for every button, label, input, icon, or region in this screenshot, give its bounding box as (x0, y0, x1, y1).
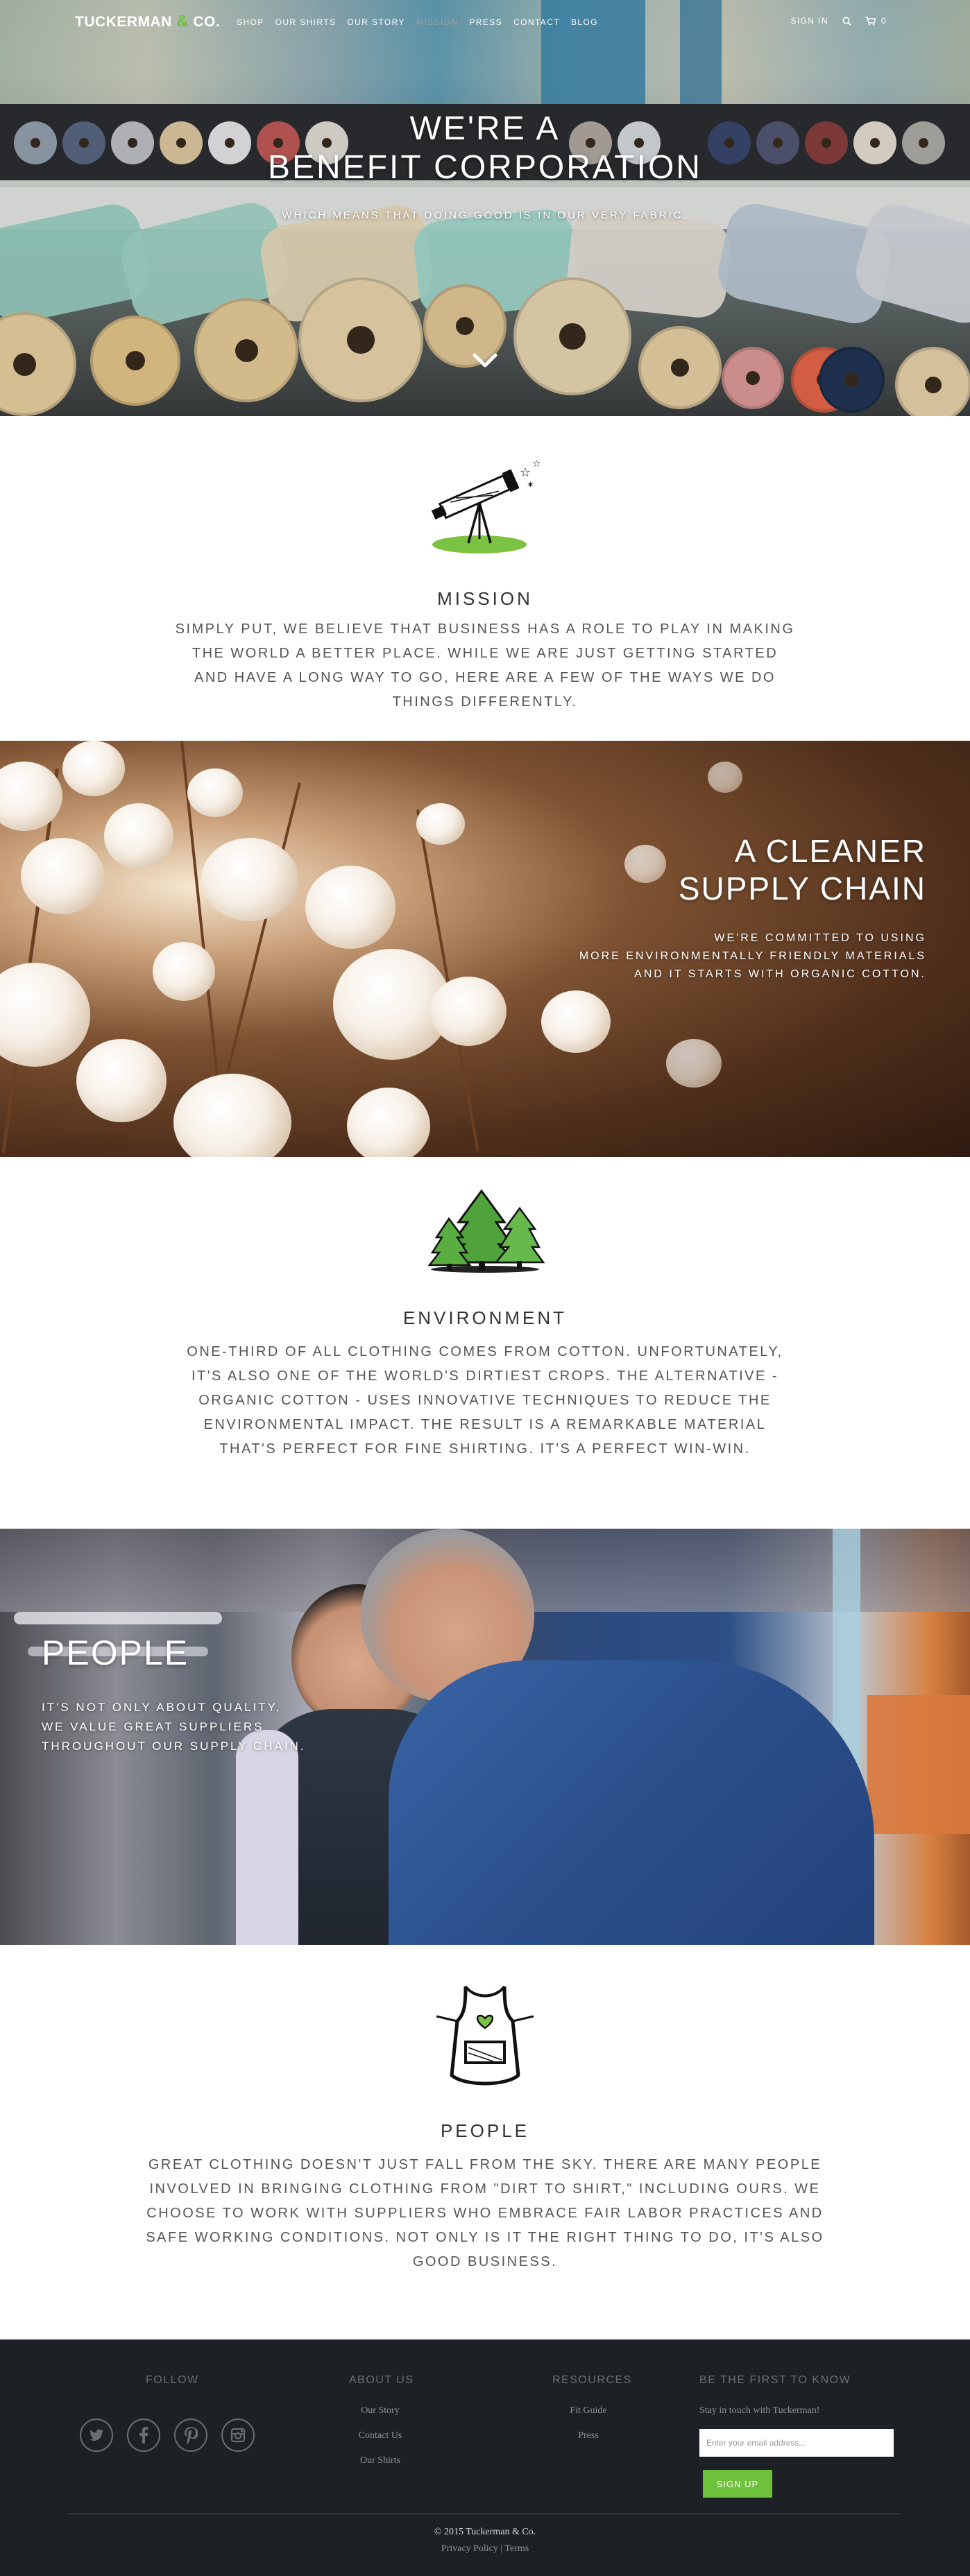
supply-chain-title-line-2: SUPPLY CHAIN (678, 870, 926, 907)
cart-icon (865, 16, 876, 26)
svg-text:✶: ✶ (527, 480, 534, 490)
mission-title: MISSION (437, 588, 533, 609)
cotton-boll (430, 977, 507, 1046)
people-banner-title: PEOPLE (42, 1633, 189, 1672)
cotton-boll (347, 1088, 430, 1157)
cotton-boll (62, 741, 125, 796)
top-navigation: TUCKERMAN & CO. SHOP OUR SHIRTS OUR STOR… (0, 0, 970, 44)
nav-link-our-story[interactable]: OUR STORY (347, 17, 405, 27)
cotton-boll (416, 803, 465, 845)
cotton-boll (173, 1074, 291, 1157)
cotton-boll (305, 866, 395, 949)
hero-title: WE'RE A BENEFIT CORPORATION (0, 110, 970, 187)
cotton-boll (153, 942, 215, 1001)
people-banner-sub-line-3: THROUGHOUT OUR SUPPLY CHAIN. (42, 1740, 306, 1753)
cotton-boll (541, 990, 611, 1053)
nav-utilities: SIGN IN 0 (790, 16, 887, 26)
supply-chain-sub-line-1: WE'RE COMMITTED TO USING (714, 932, 926, 944)
environment-text: ONE-THIRD OF ALL CLOTHING COMES FROM COT… (187, 1344, 783, 1457)
cotton-boll (187, 768, 243, 817)
footer-about-title: ABOUT US (349, 2374, 414, 2386)
privacy-policy-link[interactable]: Privacy Policy (441, 2543, 498, 2554)
footer-resources-title: RESOURCES (552, 2374, 632, 2386)
cotton-boll (708, 762, 742, 793)
people-banner: PEOPLE IT'S NOT ONLY ABOUT QUALITY, WE V… (0, 1529, 970, 1945)
footer-copyright: © 2015 Tuckerman & Co. (434, 2527, 536, 2537)
people-banner-sub-line-2: WE VALUE GREAT SUPPLIERS (42, 1720, 264, 1733)
nav-links: SHOP OUR SHIRTS OUR STORY MISSION PRESS … (237, 17, 598, 27)
footer-follow-title: FOLLOW (146, 2374, 199, 2386)
mission-text: SIMPLY PUT, WE BELIEVE THAT BUSINESS HAS… (175, 621, 795, 710)
brand-suffix: CO. (193, 14, 221, 30)
supply-chain-title-line-1: A CLEANER (734, 833, 926, 869)
footer-link-contact-us[interactable]: Contact Us (311, 2430, 450, 2441)
people-title: PEOPLE (440, 2120, 530, 2141)
footer-link-press[interactable]: Press (519, 2430, 658, 2441)
svg-text:☆: ☆ (520, 465, 531, 480)
sign-in-link[interactable]: SIGN IN (790, 16, 828, 26)
sign-up-button[interactable]: SIGN UP (703, 2470, 772, 2498)
svg-text:☆: ☆ (532, 458, 541, 470)
search-icon[interactable] (842, 17, 851, 26)
cotton-boll (624, 845, 666, 883)
footer-link-our-story[interactable]: Our Story (311, 2405, 450, 2416)
factory-machine (867, 1695, 970, 1834)
supply-chain-sub-line-3: AND IT STARTS WITH ORGANIC COTTON. (634, 968, 926, 980)
facebook-icon[interactable] (127, 2419, 160, 2452)
person-denim-shirt (389, 1660, 874, 1945)
cotton-boll (21, 838, 104, 914)
environment-title: ENVIRONMENT (402, 1307, 568, 1328)
people-banner-sub-line-1: IT'S NOT ONLY ABOUT QUALITY, (42, 1701, 282, 1714)
nav-link-mission[interactable]: MISSION (416, 17, 458, 27)
telescope-icon: ☆ ☆ ✶ (416, 447, 554, 565)
supply-chain-sub-line-2: MORE ENVIRONMENTALLY FRIENDLY MATERIALS (579, 950, 926, 962)
instagram-icon[interactable] (221, 2419, 255, 2452)
cotton-boll (104, 803, 173, 869)
factory-light (14, 1612, 222, 1624)
twitter-icon[interactable] (80, 2419, 113, 2452)
footer-link-fit-guide[interactable]: Fit Guide (519, 2405, 658, 2416)
supply-chain-subtitle: WE'RE COMMITTED TO USING MORE ENVIRONMEN… (579, 929, 926, 984)
footer-legal-links: Privacy Policy | Terms (0, 2543, 970, 2554)
chevron-down-icon[interactable] (468, 347, 502, 375)
nav-link-our-shirts[interactable]: OUR SHIRTS (275, 17, 337, 27)
footer-signup-tagline: Stay in touch with Tuckerman! (699, 2405, 820, 2416)
supply-chain-banner: A CLEANER SUPPLY CHAIN WE'RE COMMITTED T… (0, 741, 970, 1157)
nav-link-press[interactable]: PRESS (469, 17, 502, 27)
cotton-boll (201, 838, 298, 921)
cotton-boll (666, 1039, 722, 1088)
nav-link-contact[interactable]: CONTACT (513, 17, 560, 27)
supply-chain-title: A CLEANER SUPPLY CHAIN (679, 832, 926, 907)
terms-link[interactable]: Terms (504, 2543, 529, 2554)
hero-subtitle: WHICH MEANS THAT DOING GOOD IS IN OUR VE… (282, 209, 688, 221)
pinterest-icon[interactable] (174, 2419, 207, 2452)
cotton-boll (0, 762, 62, 831)
people-text: GREAT CLOTHING DOESN'T JUST FALL FROM TH… (146, 2157, 824, 2269)
brand-name: TUCKERMAN (75, 14, 172, 30)
brand-ampersand: & (176, 12, 189, 31)
apron-icon (416, 1978, 554, 2096)
brand-logo[interactable]: TUCKERMAN & CO. (75, 12, 220, 31)
footer-link-our-shirts[interactable]: Our Shirts (311, 2455, 450, 2466)
footer-signup-title: BE THE FIRST TO KNOW (699, 2374, 851, 2386)
cotton-boll (0, 963, 90, 1067)
trees-icon (416, 1180, 554, 1298)
footer-legal-separator: | (500, 2543, 503, 2554)
hero-title-line-1: WE'RE A (409, 110, 561, 147)
nav-link-blog[interactable]: BLOG (571, 17, 598, 27)
cart-button[interactable]: 0 (865, 16, 887, 26)
person-shirt (236, 1730, 298, 1945)
people-banner-subtitle: IT'S NOT ONLY ABOUT QUALITY, WE VALUE GR… (42, 1698, 306, 1756)
hero-title-line-2: BENEFIT CORPORATION (268, 149, 702, 186)
hero-banner: TUCKERMAN & CO. SHOP OUR SHIRTS OUR STOR… (0, 0, 970, 416)
email-field[interactable] (699, 2429, 894, 2457)
nav-link-shop[interactable]: SHOP (237, 17, 264, 27)
cotton-boll (76, 1039, 167, 1122)
cart-count: 0 (880, 16, 887, 26)
